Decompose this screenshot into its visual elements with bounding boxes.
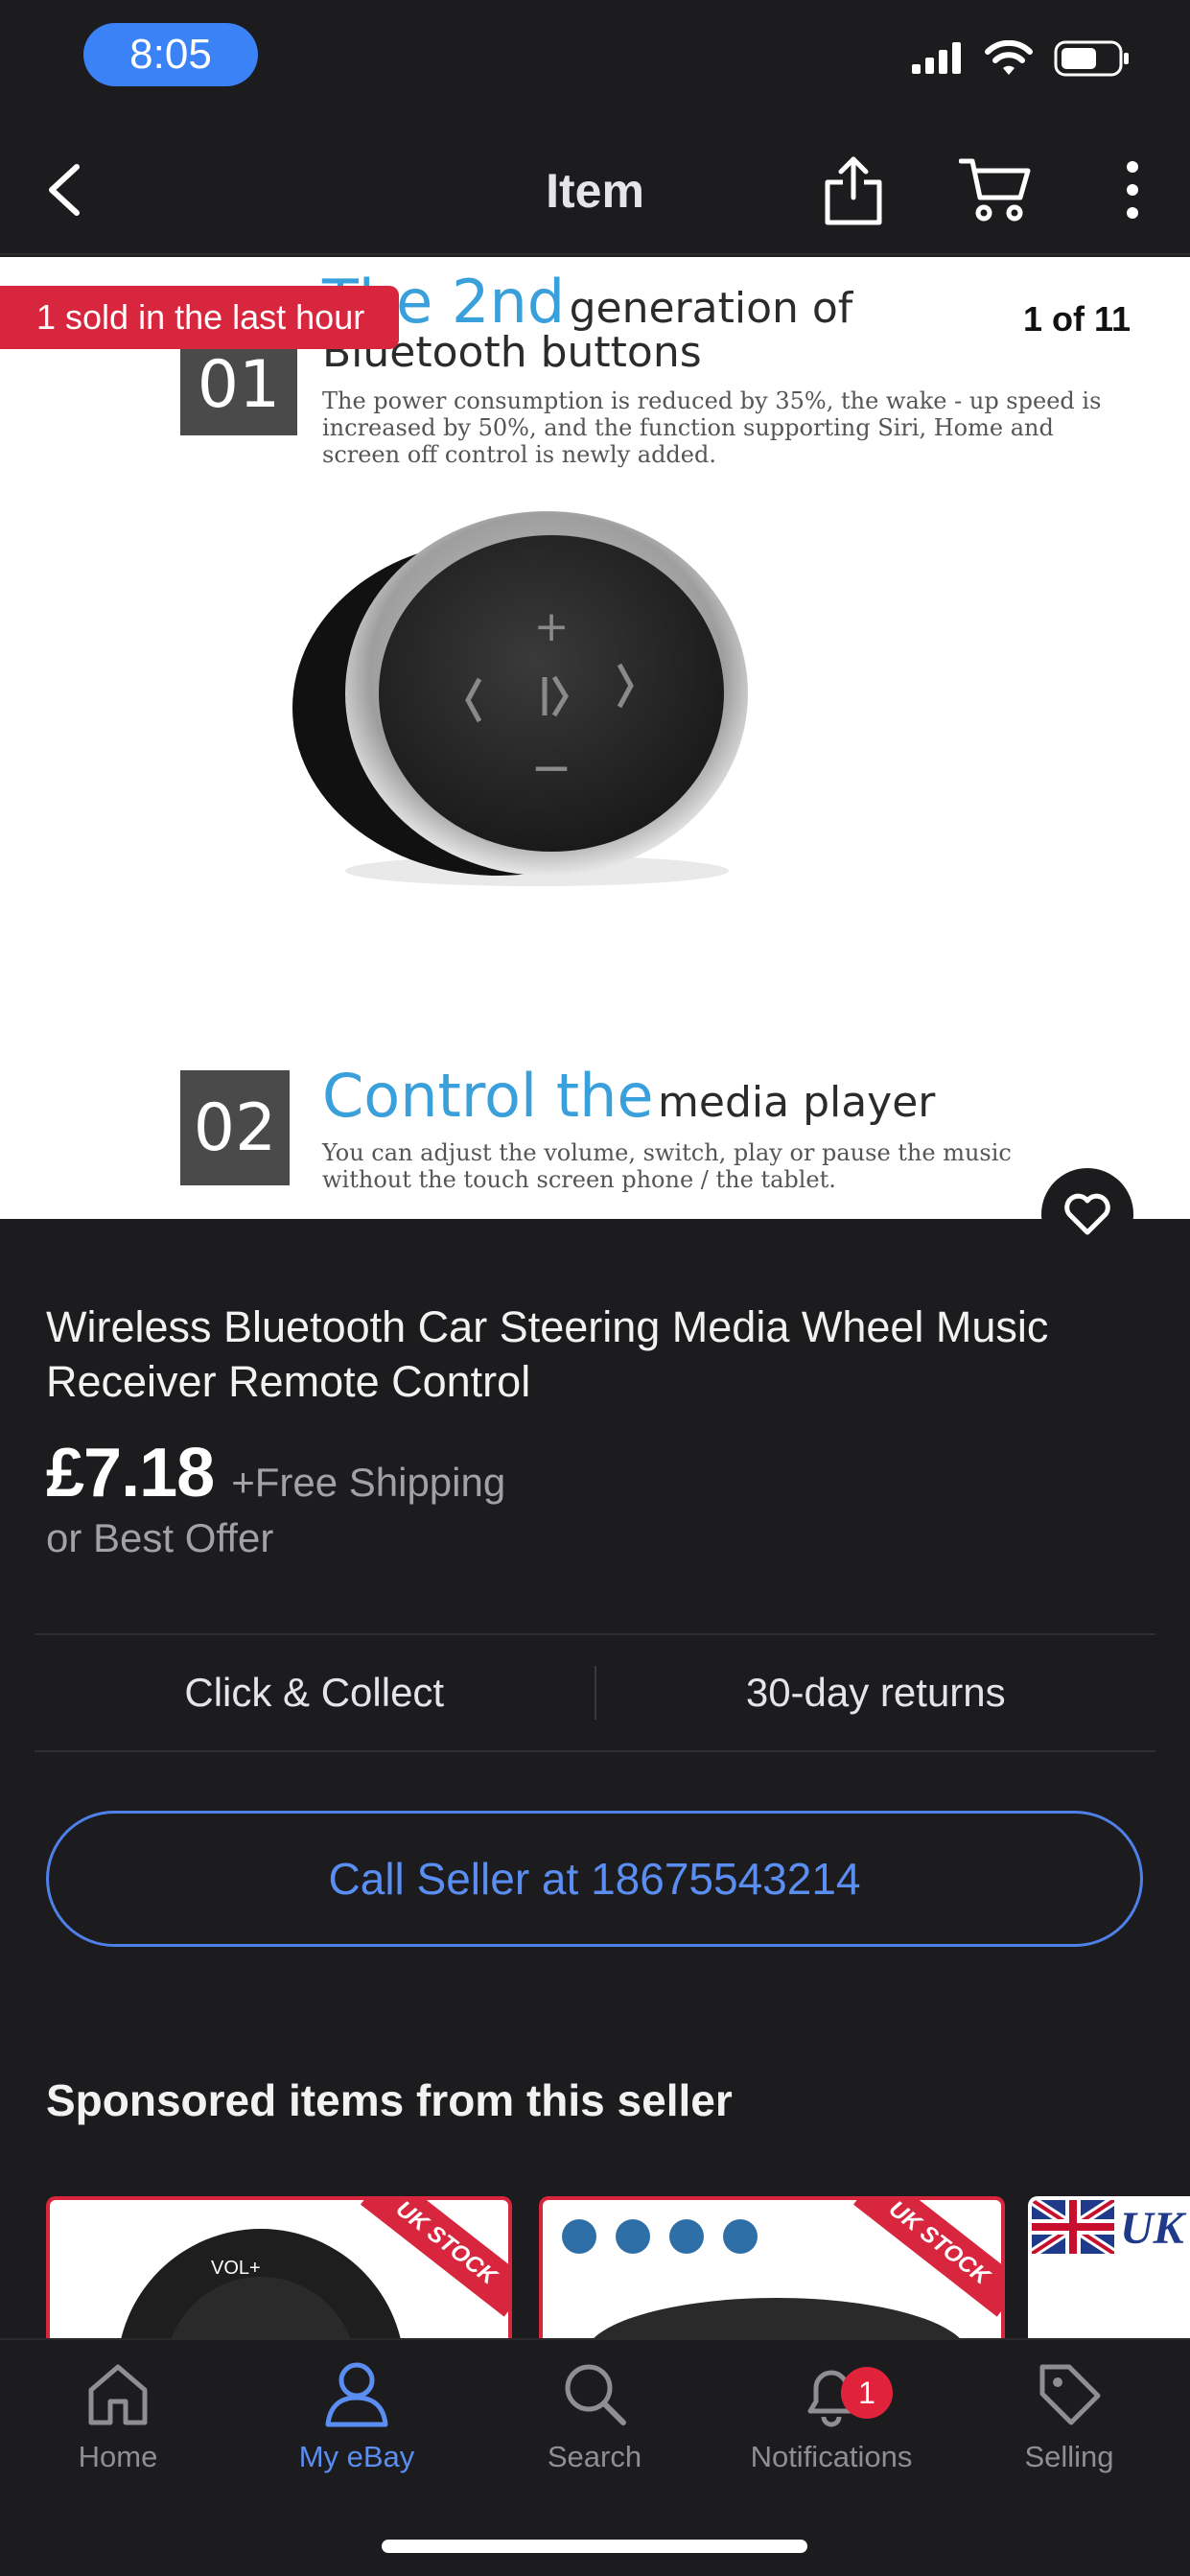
status-time: 8:05 (83, 23, 258, 86)
feature-desc-line: You can adjust the volume, switch, play … (322, 1139, 1012, 1166)
tab-label: My eBay (298, 2440, 415, 2473)
feature-description-2: You can adjust the volume, switch, play … (322, 1139, 1012, 1193)
tab-my-ebay[interactable]: My eBay (251, 2359, 462, 2474)
feature-heading-1: The 2nd generation of (322, 267, 852, 337)
status-icons (912, 40, 1131, 77)
product-image-gallery[interactable]: 01 The 2nd generation of Bluetooth butto… (0, 257, 1190, 1219)
feature-description-1: The power consumption is reduced by 35%,… (322, 387, 1101, 468)
share-icon[interactable] (822, 153, 885, 226)
best-offer-text: or Best Offer (46, 1515, 274, 1560)
feature-heading-2: Control the media player (322, 1061, 935, 1131)
notification-badge: 1 (841, 2367, 893, 2419)
user-icon (325, 2362, 388, 2427)
navigation-header: Item (0, 125, 1190, 255)
feature-desc-line: without the touch screen phone / the tab… (322, 1166, 836, 1193)
tab-home[interactable]: Home (12, 2359, 223, 2474)
feature-desc-line: increased by 50%, and the function suppo… (322, 414, 1054, 441)
click-collect-info[interactable]: Click & Collect (35, 1635, 595, 1750)
product-thumbnail (121, 2229, 401, 2338)
shipping-info: +Free Shipping (231, 1460, 506, 1505)
tag-icon (1039, 2364, 1101, 2425)
svg-text:+: + (534, 602, 570, 651)
tab-label: Notifications (750, 2440, 913, 2473)
feature-number-02: 02 (180, 1070, 290, 1185)
thumbnail-text: UK (1120, 2203, 1184, 2254)
feature-heading-blue: Control the (322, 1061, 654, 1131)
sponsored-item-card[interactable]: UK (1028, 2196, 1190, 2338)
watchlist-button[interactable] (1041, 1168, 1133, 1260)
price-row: £7.18 +Free Shipping (46, 1434, 505, 1512)
feature-heading-dark: media player (658, 1078, 936, 1127)
svg-text:−: − (530, 739, 572, 797)
uk-flag-icon (1032, 2200, 1114, 2254)
wifi-icon (985, 40, 1033, 75)
tab-notifications[interactable]: 1 Notifications (726, 2359, 937, 2474)
sponsored-item-card[interactable]: UK STOCK (539, 2196, 1005, 2338)
search-icon (565, 2364, 626, 2425)
returns-info[interactable]: 30-day returns (596, 1635, 1156, 1750)
sponsored-item-card[interactable]: VOL+ UK STOCK (46, 2196, 512, 2338)
sold-badge: 1 sold in the last hour (0, 286, 400, 349)
tab-label: Home (78, 2440, 158, 2473)
cart-icon[interactable] (959, 155, 1032, 222)
home-indicator[interactable] (382, 2540, 807, 2553)
info-strip: Click & Collect 30-day returns (35, 1633, 1155, 1752)
battery-icon (1054, 40, 1129, 77)
tab-label: Search (547, 2440, 642, 2473)
cellular-signal-icon (912, 42, 961, 74)
sponsored-section-title: Sponsored items from this seller (46, 2075, 733, 2125)
feature-desc-line: screen off control is newly added. (322, 441, 716, 468)
product-illustration: + − (292, 511, 748, 886)
image-counter: 1 of 11 (1022, 299, 1131, 339)
product-title: Wireless Bluetooth Car Steering Media Wh… (46, 1302, 1049, 1406)
status-bar: 8:05 (0, 0, 1190, 125)
feature-heading-dark: generation of (569, 284, 853, 333)
tab-selling[interactable]: Selling (964, 2359, 1175, 2474)
sponsored-carousel[interactable]: VOL+ UK STOCK UK STOCK UK (46, 2196, 1190, 2338)
call-seller-button[interactable]: Call Seller at 18675543214 (46, 1811, 1143, 1947)
more-options-icon[interactable] (1122, 159, 1143, 221)
tab-search[interactable]: Search (489, 2359, 700, 2474)
price: £7.18 (46, 1435, 215, 1511)
home-icon (88, 2364, 148, 2425)
thumbnail-text: VOL+ (211, 2258, 261, 2279)
feature-desc-line: The power consumption is reduced by 35%,… (322, 387, 1102, 414)
tab-label: Selling (1024, 2440, 1114, 2473)
heart-icon (1064, 1193, 1110, 1235)
